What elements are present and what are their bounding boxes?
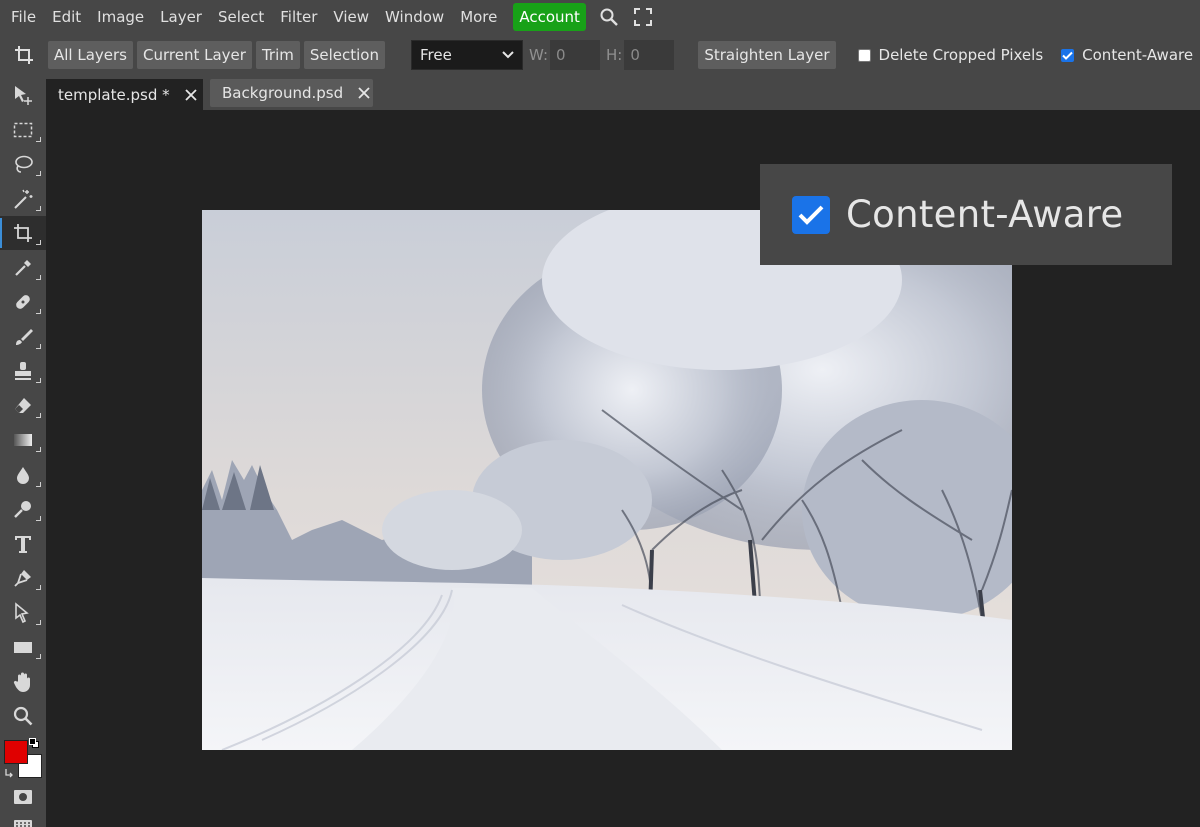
dodge-icon [14, 501, 31, 518]
droplet-icon [17, 467, 29, 484]
brush-icon [16, 329, 33, 345]
marquee-icon [13, 122, 33, 138]
menu-layer[interactable]: Layer [152, 4, 210, 30]
tab-background[interactable]: Background.psd [210, 79, 373, 107]
swap-colors-icon[interactable] [4, 767, 16, 779]
content-aware-callout: Content-Aware [760, 164, 1172, 265]
marquee-tool[interactable] [0, 113, 46, 147]
lasso-icon [15, 155, 33, 173]
callout-label: Content-Aware [846, 193, 1124, 236]
dodge-tool[interactable] [0, 492, 46, 526]
stamp-icon [15, 362, 31, 380]
tab-template-label: template.psd * [58, 85, 170, 104]
hand-icon [13, 672, 30, 692]
tab-background-label: Background.psd [222, 84, 344, 102]
default-colors-icon[interactable] [29, 738, 39, 748]
trim-button[interactable]: Trim [255, 41, 300, 69]
delete-cropped-pixels-toggle[interactable]: Delete Cropped Pixels [857, 46, 1044, 64]
photo-editor-app: File Edit Image Layer Select Filter View… [0, 0, 1200, 827]
content-aware-label: Content-Aware [1082, 46, 1194, 64]
stamp-tool[interactable] [0, 354, 46, 388]
rectangle-icon [14, 642, 32, 653]
crop-tool-icon [12, 43, 36, 67]
menu-bar: File Edit Image Layer Select Filter View… [0, 0, 1200, 34]
menu-image[interactable]: Image [89, 4, 152, 30]
crop-tool[interactable] [0, 216, 46, 250]
pen-icon [14, 570, 31, 587]
checkmark-icon [798, 205, 824, 225]
shape-tool[interactable] [0, 630, 46, 664]
menu-edit[interactable]: Edit [44, 4, 89, 30]
height-input[interactable]: 0 [624, 40, 675, 70]
height-label: H: [606, 46, 623, 64]
blur-tool[interactable] [0, 458, 46, 492]
delete-cropped-checkbox[interactable] [857, 48, 871, 62]
document-tabs: template.psd * Background.psd [46, 76, 1200, 110]
aspect-ratio-value: Free [420, 46, 452, 64]
keyboard-tool[interactable] [0, 809, 46, 827]
eraser-icon [15, 398, 31, 413]
brush-tool[interactable] [0, 320, 46, 354]
menu-file[interactable]: File [3, 4, 44, 30]
content-aware-toggle[interactable]: Content-Aware [1061, 46, 1193, 64]
color-swatches [0, 736, 46, 784]
tool-bar [0, 76, 46, 827]
menu-filter[interactable]: Filter [272, 4, 325, 30]
arrow-select-icon [15, 602, 29, 624]
search-icon[interactable] [598, 6, 620, 28]
bandage-icon [16, 295, 30, 309]
menu-select[interactable]: Select [210, 4, 272, 30]
pen-tool[interactable] [0, 561, 46, 595]
account-button[interactable]: Account [513, 3, 586, 31]
text-icon [15, 536, 31, 553]
tab-template[interactable]: template.psd * [46, 79, 203, 110]
eyedropper-icon [15, 260, 31, 276]
chevron-down-icon [502, 51, 514, 59]
eraser-tool[interactable] [0, 389, 46, 423]
straighten-layer-button[interactable]: Straighten Layer [698, 41, 836, 69]
magic-wand-icon [14, 189, 33, 209]
gradient-icon [14, 434, 32, 446]
selection-button[interactable]: Selection [303, 41, 385, 69]
keyboard-icon [14, 820, 32, 827]
mask-icon [14, 790, 32, 804]
menu-more[interactable]: More [452, 4, 505, 30]
width-label: W: [529, 46, 549, 64]
content-aware-checkbox[interactable] [1061, 48, 1075, 62]
canvas-image[interactable] [202, 210, 1012, 750]
move-icon [15, 86, 32, 105]
fullscreen-icon[interactable] [632, 6, 654, 28]
close-icon[interactable] [357, 86, 371, 100]
menu-window[interactable]: Window [377, 4, 452, 30]
close-icon[interactable] [184, 88, 198, 102]
menu-view[interactable]: View [325, 4, 377, 30]
lasso-tool[interactable] [0, 147, 46, 181]
all-layers-button[interactable]: All Layers [48, 41, 134, 69]
magic-wand-tool[interactable] [0, 182, 46, 216]
gradient-tool[interactable] [0, 423, 46, 457]
zoom-tool[interactable] [0, 699, 46, 733]
path-select-tool[interactable] [0, 596, 46, 630]
current-layer-button[interactable]: Current Layer [137, 41, 252, 69]
eyedropper-tool[interactable] [0, 251, 46, 285]
delete-cropped-label: Delete Cropped Pixels [878, 46, 1044, 64]
text-tool[interactable] [0, 527, 46, 561]
foreground-color-swatch[interactable] [4, 740, 28, 764]
callout-checkbox [792, 195, 830, 234]
magnifier-icon [13, 706, 33, 726]
width-input[interactable]: 0 [550, 40, 601, 70]
healing-tool[interactable] [0, 285, 46, 319]
aspect-ratio-select[interactable]: Free [411, 40, 523, 70]
crop-icon [14, 224, 32, 242]
move-tool[interactable] [0, 78, 46, 112]
options-bar: All Layers Current Layer Trim Selection … [0, 34, 1200, 76]
hand-tool[interactable] [0, 665, 46, 699]
